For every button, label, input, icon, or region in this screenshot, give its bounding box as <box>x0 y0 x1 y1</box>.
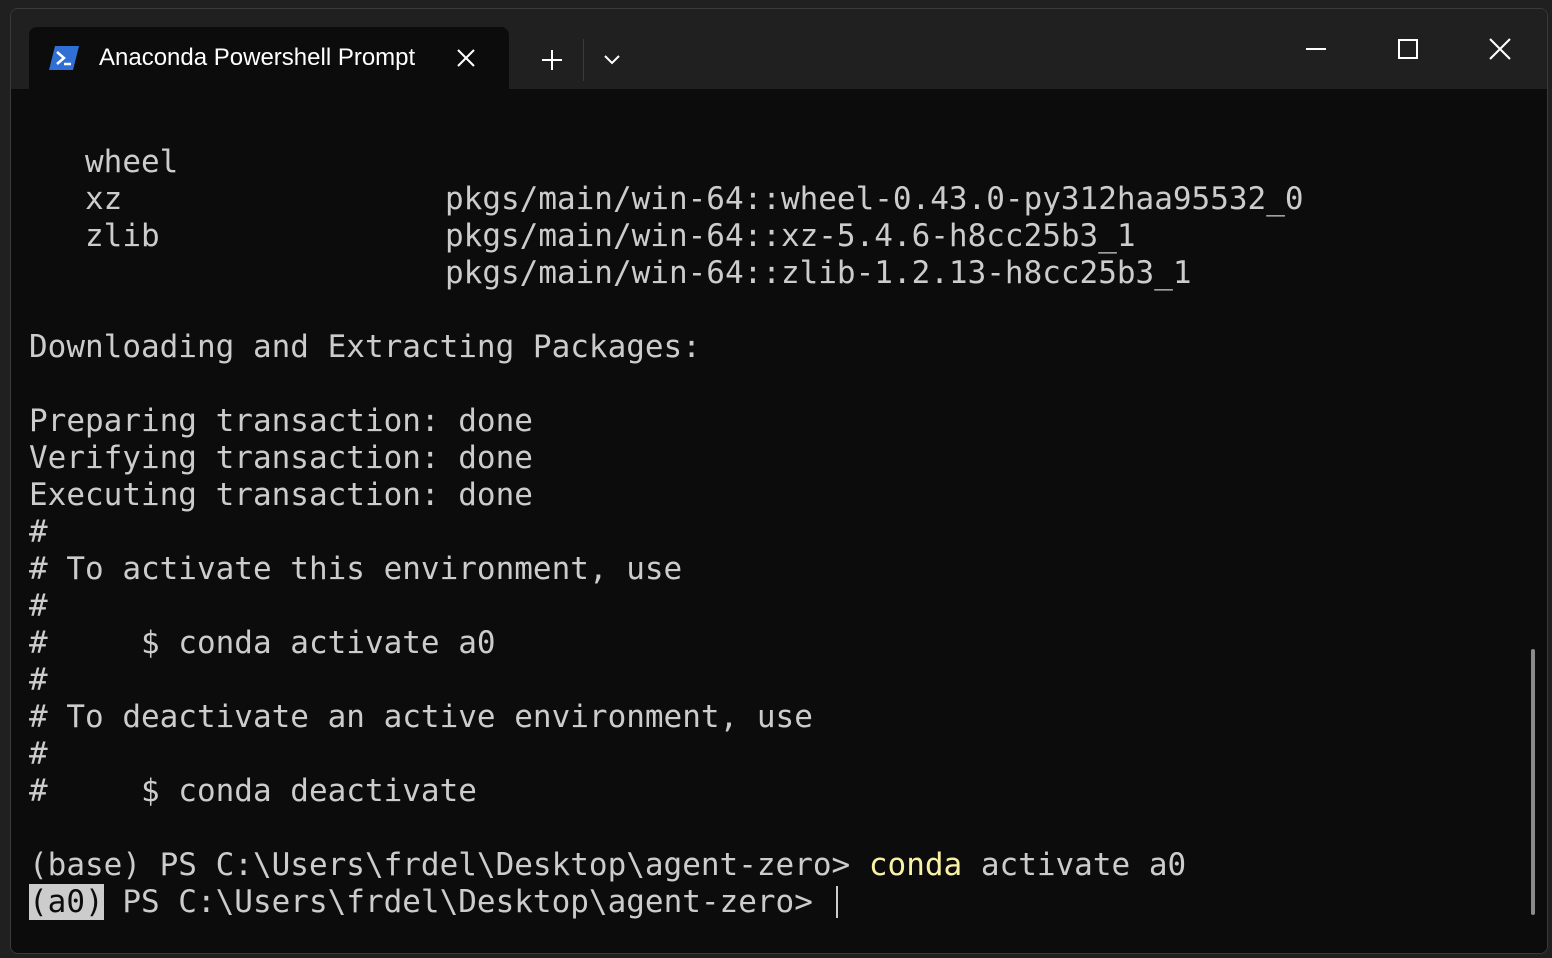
command-args: activate a0 <box>962 847 1187 883</box>
output-line: Preparing transaction: done <box>29 403 533 439</box>
output-line: # $ conda deactivate <box>29 773 477 809</box>
output-line: # To deactivate an active environment, u… <box>29 699 813 735</box>
close-icon <box>457 49 475 67</box>
title-bar[interactable]: Anaconda Powershell Prompt <box>11 9 1547 89</box>
output-line: # $ conda activate a0 <box>29 625 496 661</box>
plus-icon <box>542 50 562 70</box>
minimize-icon <box>1306 48 1326 50</box>
env-badge: (a0) <box>29 884 104 920</box>
package-row: zlib pkgs/main/win-64::zlib-1.2.13-h8cc2… <box>29 181 1192 291</box>
output-line: # To activate this environment, use <box>29 551 683 587</box>
powershell-icon <box>49 46 79 70</box>
output-line: # <box>29 662 48 698</box>
output-line: # <box>29 736 48 772</box>
output-line: Verifying transaction: done <box>29 440 533 476</box>
scrollbar[interactable] <box>1531 649 1535 915</box>
command-text: conda <box>868 847 963 883</box>
chevron-down-icon <box>604 55 620 65</box>
tab-dropdown-button[interactable] <box>591 39 633 81</box>
tab-title: Anaconda Powershell Prompt <box>99 44 416 71</box>
maximize-icon <box>1398 39 1418 59</box>
close-tab-button[interactable] <box>449 41 483 75</box>
package-source: pkgs/main/win-64::xz-5.4.6-h8cc25b3_1 <box>445 218 1136 254</box>
package-source: pkgs/main/win-64::wheel-0.43.0-py312haa9… <box>445 181 1304 217</box>
tab-divider <box>583 39 584 81</box>
prompt-line-active[interactable]: (a0) PS C:\Users\frdel\Desktop\agent-zer… <box>29 884 838 921</box>
package-source: pkgs/main/win-64::zlib-1.2.13-h8cc25b3_1 <box>445 255 1192 291</box>
prompt-prefix: PS C:\Users\frdel\Desktop\agent-zero> <box>103 884 832 920</box>
prompt-line-base: (base) PS C:\Users\frdel\Desktop\agent-z… <box>29 847 1186 884</box>
text-cursor <box>835 886 838 918</box>
maximize-button[interactable] <box>1369 19 1447 79</box>
terminal-output[interactable]: wheel pkgs/main/win-64::wheel-0.43.0-py3… <box>11 89 1547 953</box>
package-row: wheel pkgs/main/win-64::wheel-0.43.0-py3… <box>29 107 1304 217</box>
close-icon <box>1489 38 1511 60</box>
minimize-button[interactable] <box>1277 19 1355 79</box>
package-row: xz pkgs/main/win-64::xz-5.4.6-h8cc25b3_1 <box>29 144 1136 254</box>
output-line: Executing transaction: done <box>29 477 533 513</box>
output-line: # <box>29 588 48 624</box>
output-line: # <box>29 514 48 550</box>
output-line: Downloading and Extracting Packages: <box>29 329 701 365</box>
new-tab-button[interactable] <box>531 39 573 81</box>
prompt-prefix: (base) PS C:\Users\frdel\Desktop\agent-z… <box>29 847 869 883</box>
tab-anaconda-powershell[interactable]: Anaconda Powershell Prompt <box>29 27 509 89</box>
terminal-window: Anaconda Powershell Prompt wheel pkgs/ma… <box>10 8 1548 954</box>
package-name: zlib <box>85 218 160 254</box>
close-window-button[interactable] <box>1461 19 1539 79</box>
